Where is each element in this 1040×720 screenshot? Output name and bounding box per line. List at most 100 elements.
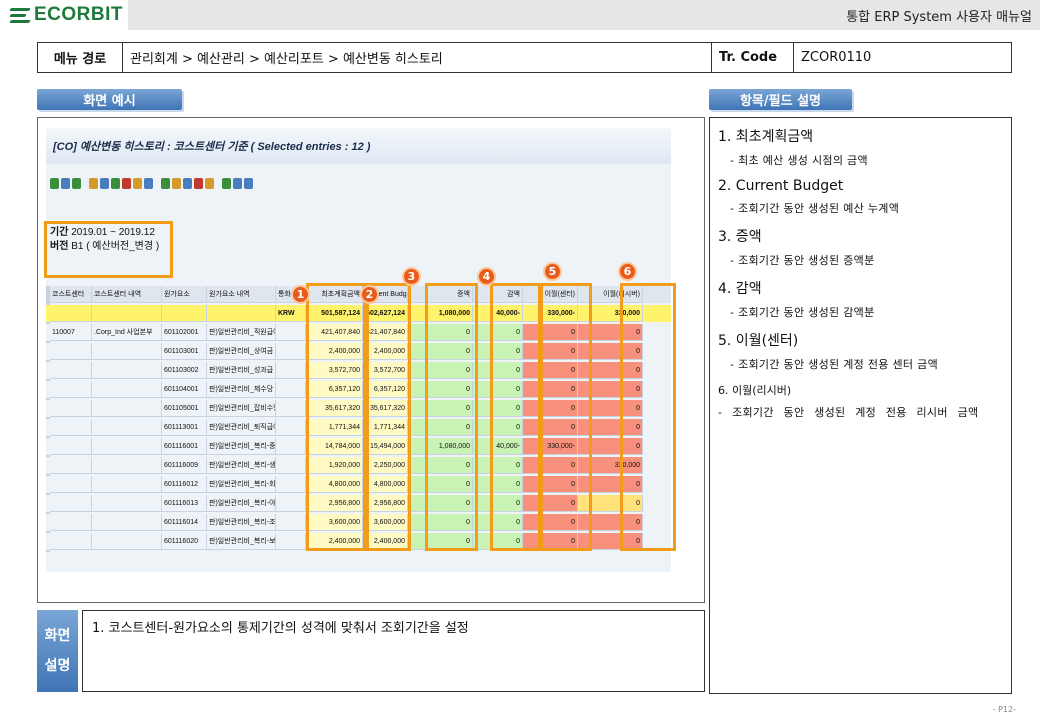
grid-cell-cur [276,533,306,550]
toolbar-icon[interactable] [61,177,70,189]
grid-cell-cur [276,457,306,474]
grid-cell-ce: 601116014 [162,514,207,531]
grid-cell-cc [50,533,92,550]
toolbar-icon[interactable] [72,177,81,189]
grid-cell-ce: 601116012 [162,476,207,493]
grid-cell-cc-name [92,381,162,398]
grid-cell-ce-name [207,305,276,322]
field-title-4: 4. 감액 [718,281,762,297]
grid-cell-cur [276,324,306,341]
grid-cell-ce: 601116020 [162,533,207,550]
field-title-1: 1. 최초계획금액 [718,129,814,145]
field-desc-2: - 조회기간 동안 생성된 예산 누계액 [730,202,900,215]
grid-cell-cc-name [92,495,162,512]
grid-cell-ce: 원가요소 [162,286,207,303]
grid-cell-cc: 코스트센터 [50,286,92,303]
field-title-3: 3. 증액 [718,229,762,245]
tcode-label: Tr. Code [712,43,794,72]
toolbar-icon[interactable] [100,177,109,189]
grid-cell-cc: 110007 [50,324,92,341]
toolbar-icon[interactable] [172,177,181,189]
grid-cell-cc-name [92,362,162,379]
grid-cell-cur [276,438,306,455]
grid-cell-cc-name: 코스트센터 내역 [92,286,162,303]
grid-cell-ce-name: 판)일반관리비_복리-생일축하금 [207,457,276,474]
menu-path-row: 메뉴 경로 관리회계 > 예산관리 > 예산리포트 > 예산변동 히스토리 Tr… [37,42,1012,73]
toolbar-icon[interactable] [222,177,231,189]
grid-cell-cc [50,495,92,512]
menu-path: 관리회계 > 예산관리 > 예산리포트 > 예산변동 히스토리 [123,43,712,72]
grid-cell-ce-name: 판)일반관리비_퇴직급여충당금 [207,419,276,436]
ecorbit-logo-icon [9,6,32,24]
column-highlight-box-5 [540,283,592,551]
grid-cell-cc-name [92,457,162,474]
toolbar-icon[interactable] [144,177,153,189]
grid-cell-cur [276,400,306,417]
grid-cell-ce-name: 판)일반관리비_복리-회의식대 [207,476,276,493]
toolbar-icon[interactable] [89,177,98,189]
grid-cell-ce-name: 판)일반관리비_복리-야근식대 [207,495,276,512]
number-badge-5: 5 [543,262,562,281]
grid-cell-cc-name: .Corp_Ind 사업본부 [92,324,162,341]
sap-report-title: [CO] 예산변동 히스토리 : 코스트센터 기준 ( Selected ent… [46,128,671,164]
toolbar-icon[interactable] [133,177,142,189]
number-badge-3: 3 [402,267,421,286]
grid-cell-ce-name: 판)일반관리비_성과급 [207,362,276,379]
field-desc-3: - 조회기간 동안 생성된 증액분 [730,254,875,267]
grid-cell-ce: 601103001 [162,343,207,360]
grid-cell-ce: 601103002 [162,362,207,379]
grid-cell-ce: 601116001 [162,438,207,455]
grid-cell-ce: 601104001 [162,381,207,398]
toolbar-icon[interactable] [205,177,214,189]
grid-cell-cc [50,362,92,379]
params-highlight-box [44,221,173,278]
grid-cell-cc [50,438,92,455]
grid-cell-cc [50,305,92,322]
number-badge-2: 2 [360,285,379,304]
sap-toolbar [46,166,671,200]
grid-cell-ce-name: 판)일반관리비_제수당 [207,381,276,398]
column-highlight-box-6 [620,283,676,551]
toolbar-icon[interactable] [111,177,120,189]
column-highlight-box-1 [306,283,366,551]
grid-cell-cc-name [92,305,162,322]
grid-cell-cc-name [92,343,162,360]
field-desc-5: - 조회기간 동안 생성된 계정 전용 센터 금액 [730,358,938,371]
grid-cell-cur [276,381,306,398]
toolbar-icon[interactable] [244,177,253,189]
grid-cell-cur [276,476,306,493]
toolbar-icon[interactable] [122,177,131,189]
field-desc-4: - 조회기간 동안 생성된 감액분 [730,306,875,319]
number-badge-4: 4 [477,267,496,286]
toolbar-icon[interactable] [183,177,192,189]
tcode-value: ZCOR0110 [801,50,872,65]
field-desc-tab: 항목/필드 설명 [709,89,852,110]
menu-path-label: 메뉴 경로 [38,43,123,72]
grid-cell-cc [50,476,92,493]
field-desc-6: - 조회기간 동안 생성된 계정 전용 리시버 금액 [718,406,979,419]
grid-cell-ce: 601105001 [162,400,207,417]
grid-cell-cc [50,419,92,436]
column-highlight-box-2 [366,283,411,551]
field-title-5: 5. 이월(센터) [718,333,799,349]
grid-cell-cc-name [92,400,162,417]
grid-cell-cc-name [92,438,162,455]
grid-cell-ce-name: 원가요소 내역 [207,286,276,303]
grid-cell-ce-name: 판)일반관리비_직원급여 [207,324,276,341]
toolbar-icon[interactable] [50,177,59,189]
field-title-2: 2. Current Budget [718,178,844,194]
grid-cell-cc [50,457,92,474]
toolbar-icon[interactable] [161,177,170,189]
logo-text: ECORBIT [34,4,123,25]
grid-cell-cur [276,343,306,360]
toolbar-icon[interactable] [194,177,203,189]
grid-cell-ce-name: 판)일반관리비_잡비수당 [207,400,276,417]
toolbar-icon[interactable] [233,177,242,189]
screen-desc-text: 1. 코스트센터-원가요소의 통제기간의 성격에 맞춰서 조회기간을 설정 [82,610,705,692]
grid-cell-cur [276,362,306,379]
grid-cell-cur: KRW [276,305,306,322]
field-desc-panel: 1. 최초계획금액 - 최초 예산 생성 시점의 금액 2. Current B… [709,117,1012,694]
screen-desc-tab: 화면 설명 [37,610,78,692]
grid-cell-ce: 601113001 [162,419,207,436]
grid-cell-cc-name [92,419,162,436]
